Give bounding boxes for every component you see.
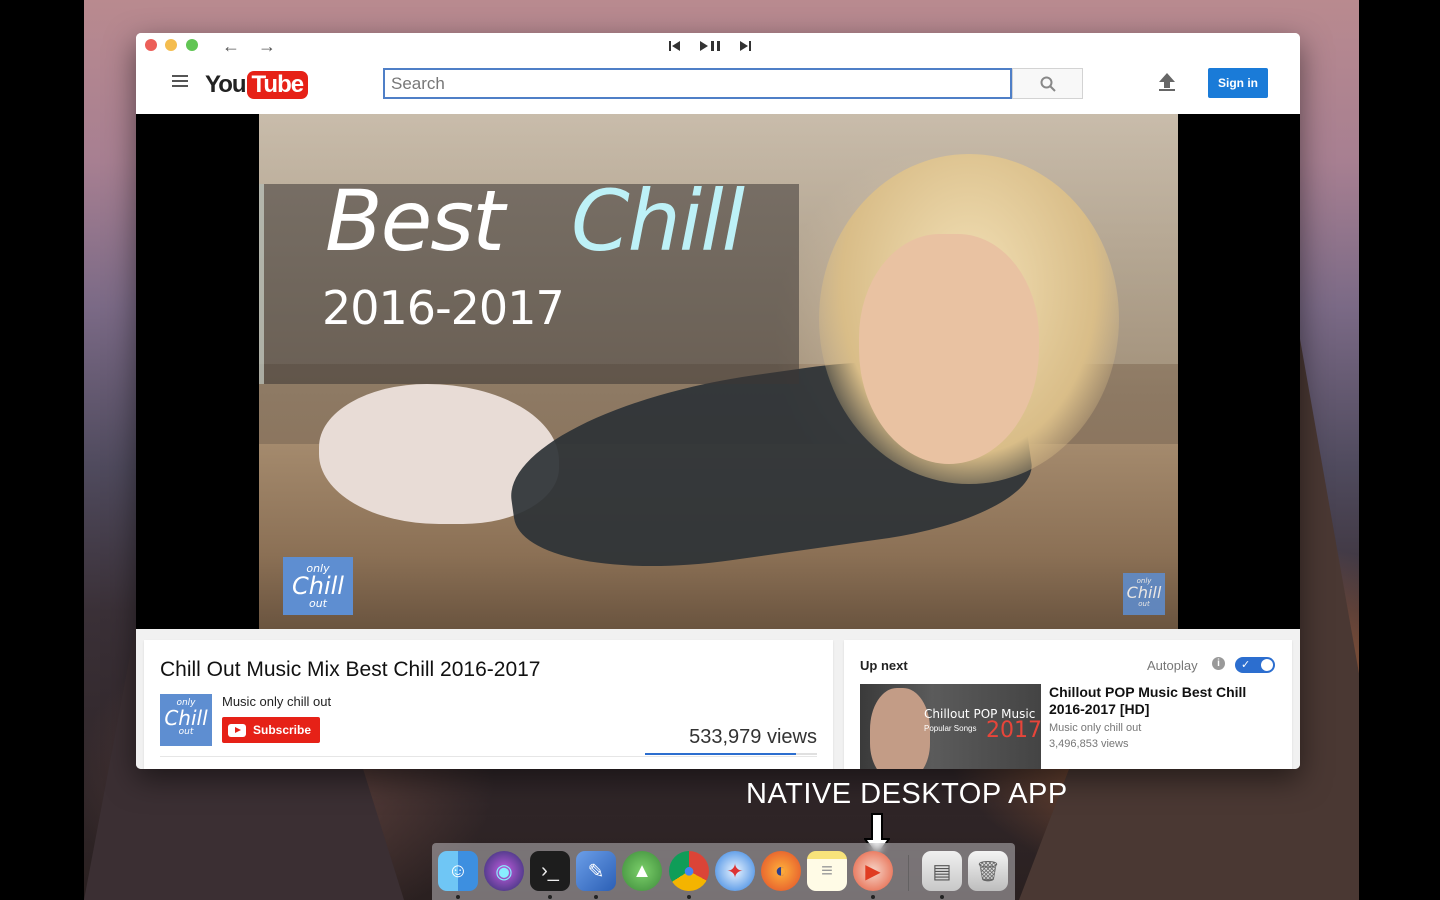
youtube-logo[interactable]: You Tube xyxy=(205,69,309,101)
finder-icon[interactable]: ☺ xyxy=(438,851,478,891)
minimize-window-button[interactable] xyxy=(165,39,177,51)
dock: ☺ ◉ ›_ ✎ ▲ ● ✦ ◐ ≡ ▶ ▤ 🗑 xyxy=(432,843,1015,900)
forward-arrow-icon[interactable]: → xyxy=(258,36,276,56)
recommended-video-title[interactable]: Chillout POP Music Best Chill 2016-2017 … xyxy=(1049,684,1279,718)
channel-watermark-large: only Chill out xyxy=(283,557,353,615)
recommended-video-thumbnail[interactable]: Chillout POP Music Popular Songs 2017 xyxy=(860,684,1041,769)
video-player[interactable]: Best Chill 2016-2017 only Chill out only… xyxy=(136,114,1300,629)
youtube-app-icon[interactable]: ▶ xyxy=(853,851,893,891)
search-icon xyxy=(1040,76,1056,92)
channel-watermark-small[interactable]: only Chill out xyxy=(1123,573,1165,615)
badge-bottom-text: out xyxy=(1138,600,1150,608)
logo-you-text: You xyxy=(205,71,247,98)
maximize-window-button[interactable] xyxy=(186,39,198,51)
overlay-title-best: Best xyxy=(325,172,505,270)
sign-in-button[interactable]: Sign in xyxy=(1208,68,1268,98)
titlebar: ← → xyxy=(136,33,1300,63)
subscribe-button[interactable]: Subscribe xyxy=(222,717,321,743)
toggle-knob xyxy=(1261,659,1273,671)
previous-track-icon[interactable] xyxy=(668,40,682,56)
screen-border-right xyxy=(1359,0,1440,900)
next-track-svg xyxy=(740,41,751,51)
running-indicator xyxy=(456,895,460,899)
thumbnail-subtitle-text: Popular Songs xyxy=(924,724,977,733)
info-area: Chill Out Music Mix Best Chill 2016-2017… xyxy=(136,629,1300,769)
like-ratio-bar xyxy=(645,753,817,755)
overlay-title-chill: Chill xyxy=(571,172,745,270)
running-indicator xyxy=(594,895,598,899)
youtube-header: You Tube Search Sign in xyxy=(136,63,1300,114)
info-icon[interactable]: i xyxy=(1212,657,1225,670)
running-indicator xyxy=(548,895,552,899)
safari-icon[interactable]: ✦ xyxy=(715,851,755,891)
overlay-year: 2016-2017 xyxy=(322,281,565,335)
previous-track-svg xyxy=(669,41,680,51)
thumbnail-year-text: 2017 xyxy=(986,718,1041,743)
thumbnail-person xyxy=(870,688,930,769)
screen-border-left xyxy=(0,0,84,900)
video-info-card: Chill Out Music Mix Best Chill 2016-2017… xyxy=(144,640,833,769)
channel-avatar[interactable]: only Chill out xyxy=(160,694,212,746)
autoplay-label: Autoplay xyxy=(1147,658,1198,673)
recommended-video-views: 3,496,853 views xyxy=(1049,738,1129,750)
search-button[interactable] xyxy=(1012,68,1083,99)
video-frame[interactable]: Best Chill 2016-2017 only Chill out only… xyxy=(259,114,1178,629)
preview-icon[interactable]: ✎ xyxy=(576,851,616,891)
play-pause-icon[interactable] xyxy=(699,40,723,56)
frame-figure-face xyxy=(859,234,1039,464)
archive-icon[interactable]: ▤ xyxy=(922,851,962,891)
like-ratio-fill xyxy=(645,753,797,755)
search-input[interactable]: Search xyxy=(383,68,1012,99)
upload-icon[interactable] xyxy=(1158,72,1176,98)
menu-icon[interactable] xyxy=(172,75,188,90)
running-indicator xyxy=(871,895,875,899)
recommended-video-channel[interactable]: Music only chill out xyxy=(1049,722,1141,734)
play-pause-svg xyxy=(700,41,720,51)
close-window-button[interactable] xyxy=(145,39,157,51)
video-title: Chill Out Music Mix Best Chill 2016-2017 xyxy=(160,658,541,681)
subscribe-label: Subscribe xyxy=(253,723,312,737)
running-indicator xyxy=(940,895,944,899)
checkmark-icon: ✓ xyxy=(1241,659,1251,671)
autoplay-toggle[interactable]: ✓ xyxy=(1235,657,1275,673)
youtube-play-icon xyxy=(228,723,246,737)
annotation-text: NATIVE DESKTOP APP xyxy=(746,778,1068,810)
notes-icon[interactable]: ≡ xyxy=(807,851,847,891)
back-arrow-icon[interactable]: ← xyxy=(222,36,240,56)
view-count: 533,979 views xyxy=(689,726,817,748)
terminal-icon[interactable]: ›_ xyxy=(530,851,570,891)
divider xyxy=(160,756,817,757)
rocket-icon[interactable]: ▲ xyxy=(622,851,662,891)
badge-main-text: Chill xyxy=(1126,583,1162,602)
up-next-card: Up next Autoplay i ✓ Chillout POP Music … xyxy=(844,640,1292,769)
avatar-main-text: Chill xyxy=(164,706,208,730)
badge-main-text: Chill xyxy=(292,572,344,600)
siri-icon[interactable]: ◉ xyxy=(484,851,524,891)
upload-svg xyxy=(1159,73,1175,91)
firefox-icon[interactable]: ◐ xyxy=(761,851,801,891)
trash-icon[interactable]: 🗑 xyxy=(968,851,1008,891)
running-indicator xyxy=(687,895,691,899)
chrome-icon[interactable]: ● xyxy=(669,851,709,891)
up-next-label: Up next xyxy=(860,658,908,673)
logo-tube-text: Tube xyxy=(246,71,309,99)
app-window: ← → You Tube Search Sign in Best Chill 2… xyxy=(136,33,1300,769)
next-track-icon[interactable] xyxy=(738,40,752,56)
channel-name-link[interactable]: Music only chill out xyxy=(222,694,331,709)
dock-separator xyxy=(908,855,909,891)
